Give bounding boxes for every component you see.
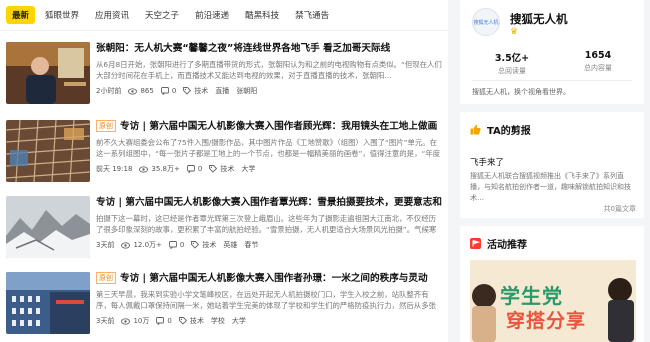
article-tag[interactable]: 英雄 xyxy=(223,240,237,250)
article-time: 3天前 xyxy=(96,241,115,249)
tab-frontier[interactable]: 前沿速递 xyxy=(189,6,235,24)
eye-icon xyxy=(121,317,131,325)
tag-icon xyxy=(178,317,187,325)
tab-latest[interactable]: 最新 xyxy=(6,6,36,24)
article-tag[interactable]: 张朝阳 xyxy=(236,86,257,96)
avatar-text: 搜狐无人机 xyxy=(473,19,499,26)
original-badge: 原创 xyxy=(96,120,116,132)
category-tabs: 最新 狐眼世界 应用资讯 天空之子 前沿速递 酷黑科技 禁飞通告 xyxy=(0,0,448,30)
article-summary: 第三天早晨，我来到实验小学文笔峰校区，在远处开起无人机拍摄校门口，学生入校之前，… xyxy=(96,290,436,310)
article-tag[interactable]: 大学 xyxy=(232,316,246,326)
total-content-label: 总内容量 xyxy=(584,64,612,72)
article-comments: 0 xyxy=(179,241,185,249)
article-tag[interactable]: 直播 xyxy=(215,86,229,96)
tab-sky-child[interactable]: 天空之子 xyxy=(139,6,185,24)
tabs-divider xyxy=(0,30,448,31)
article-time: 前天 19:18 xyxy=(96,165,133,173)
total-reads-value: 3.5亿+ xyxy=(494,53,530,64)
article-summary: 拍摄下这一幕时，这已经是作者覃光辉第三次登上峨眉山。这些年为了摄影走遍祖国大江南… xyxy=(96,214,437,234)
article-tag[interactable]: 技术 xyxy=(220,164,234,174)
article-summary: 前不久大赛组委会公布了75件入围/摄影作品，其中图片作品《工地赞歌》（组图）入围… xyxy=(96,138,441,158)
author-card: 搜狐无人机 搜狐无人机 ♛ 3.5亿+ 总阅读量 1654 总内容量 搜狐无人机… xyxy=(460,0,644,104)
article-comments: 0 xyxy=(171,87,177,95)
tag-icon xyxy=(209,165,218,173)
comment-icon[interactable] xyxy=(160,87,169,95)
main-feed: 最新 狐眼世界 应用资讯 天空之子 前沿速递 酷黑科技 禁飞通告 张朝阳：无人机… xyxy=(0,0,448,342)
eye-icon xyxy=(121,241,131,249)
article-comments: 0 xyxy=(197,165,203,173)
tab-no-fly-notice[interactable]: 禁飞通告 xyxy=(289,6,335,24)
tab-fox-eye-world[interactable]: 狐眼世界 xyxy=(39,6,85,24)
comment-icon[interactable] xyxy=(156,317,165,325)
clip-count: 共0篇文章 xyxy=(603,205,636,213)
article-meta: 前天 19:18 35.8万+ 0 技术 大学 xyxy=(96,164,442,174)
tag-icon xyxy=(191,241,200,249)
total-reads-label: 总阅读量 xyxy=(498,67,526,75)
clips-header: TA的剪报 xyxy=(470,122,531,137)
clip-text: 搜狐无人机联合搜狐视频推出《飞手来了》系列直播，与知名航拍创作者一道，趣味解锁航… xyxy=(470,172,631,202)
event-banner[interactable]: 学生党 穿搭分享 xyxy=(470,260,636,342)
avatar[interactable]: 搜狐无人机 xyxy=(472,8,500,36)
article-item[interactable]: 张朝阳：无人机大赛“馨馨之夜”将连线世界各地飞手 看乏加哥天际线 从6月8日开始… xyxy=(6,42,442,112)
events-heading: 活动推荐 xyxy=(487,240,527,251)
article-views: 12.0万+ xyxy=(133,241,162,249)
article-tag[interactable]: 技术 xyxy=(194,86,208,96)
article-tag[interactable]: 技术 xyxy=(190,316,204,326)
article-comments: 0 xyxy=(167,317,172,325)
original-badge: 原创 xyxy=(96,272,116,284)
article-title[interactable]: 专访 | 第六届中国无人机影像大赛入围作者覃光辉：雪景拍摄要技术，更要意志和毅力 xyxy=(96,196,442,210)
article-tag[interactable]: 学校 xyxy=(211,316,225,326)
tag-icon xyxy=(183,87,192,95)
article-time: 3天前 xyxy=(96,317,115,325)
author-description: 搜狐无人机，换个视角看世界。 xyxy=(472,88,570,96)
article-tag[interactable]: 大学 xyxy=(241,164,255,174)
eye-icon xyxy=(128,87,138,95)
total-content-value: 1654 xyxy=(584,50,612,61)
crown-icon: ♛ xyxy=(510,27,519,37)
clips-card: TA的剪报 飞手来了 搜狐无人机联合搜狐视频推出《飞手来了》系列直播，与知名航拍… xyxy=(460,112,644,218)
article-title[interactable]: 原创 专访 | 第六届中国无人机影像大赛入围作者孙璟：一米之间的秩序与灵动 xyxy=(96,272,442,286)
tab-app-news[interactable]: 应用资讯 xyxy=(89,6,135,24)
article-thumbnail[interactable] xyxy=(6,42,90,104)
article-meta: 3天前 12.0万+ 0 技术 英雄 春节 xyxy=(96,240,442,250)
events-icon xyxy=(470,238,481,249)
author-name[interactable]: 搜狐无人机 xyxy=(510,11,568,27)
article-item[interactable]: 专访 | 第六届中国无人机影像大赛入围作者覃光辉：雪景拍摄要技术，更要意志和毅力… xyxy=(6,196,442,266)
article-tag[interactable]: 春节 xyxy=(244,240,258,250)
article-title[interactable]: 原创 专访 | 第六届中国无人机影像大赛入围作者顾光辉：我用镜头在工地上做画 xyxy=(96,120,442,134)
event-banner-subtitle: 穿搭分享 xyxy=(506,310,587,332)
profile-divider xyxy=(472,80,632,81)
total-content-stat: 1654 总内容量 xyxy=(568,50,628,73)
events-card: 活动推荐 学生党 穿搭分享 xyxy=(460,226,644,342)
eye-icon xyxy=(139,165,149,173)
total-reads-stat: 3.5亿+ 总阅读量 xyxy=(482,50,542,76)
article-tag[interactable]: 技术 xyxy=(202,240,216,250)
article-time: 2小时前 xyxy=(96,87,122,95)
article-title-text[interactable]: 专访 | 第六届中国无人机影像大赛入围作者顾光辉：我用镜头在工地上做画 xyxy=(120,121,437,132)
article-thumbnail[interactable] xyxy=(6,196,90,258)
tab-cool-tech[interactable]: 酷黑科技 xyxy=(239,6,285,24)
article-item[interactable]: 原创 专访 | 第六届中国无人机影像大赛入围作者孙璟：一米之间的秩序与灵动 第三天… xyxy=(6,272,442,342)
article-views: 10万 xyxy=(133,317,150,325)
article-summary: 从6月8日开始，张朝阳进行了多期直播带货的形式，张朝阳认为和之前的电视购物有点类… xyxy=(96,60,442,80)
events-header: 活动推荐 xyxy=(470,236,527,251)
article-meta: 2小时前 865 0 技术 直播 张朝阳 xyxy=(96,86,442,96)
article-item[interactable]: 原创 专访 | 第六届中国无人机影像大赛入围作者顾光辉：我用镜头在工地上做画 前不… xyxy=(6,120,442,190)
article-thumbnail[interactable] xyxy=(6,272,90,334)
article-title[interactable]: 张朝阳：无人机大赛“馨馨之夜”将连线世界各地飞手 看乏加哥天际线 xyxy=(96,42,442,56)
clips-heading: TA的剪报 xyxy=(487,126,531,137)
article-title-text[interactable]: 专访 | 第六届中国无人机影像大赛入围作者孙璟：一米之间的秩序与灵动 xyxy=(120,273,428,284)
comment-icon[interactable] xyxy=(186,165,195,173)
article-views: 35.8万+ xyxy=(151,165,180,173)
article-views: 865 xyxy=(140,87,154,95)
article-meta: 3天前 10万 0 技术 学校 大学 xyxy=(96,316,442,326)
article-thumbnail[interactable] xyxy=(6,120,90,182)
comment-icon[interactable] xyxy=(168,241,177,249)
thumbs-up-icon xyxy=(470,124,481,135)
event-banner-title: 学生党 xyxy=(500,284,563,308)
clip-title[interactable]: 飞手来了 xyxy=(470,156,504,168)
